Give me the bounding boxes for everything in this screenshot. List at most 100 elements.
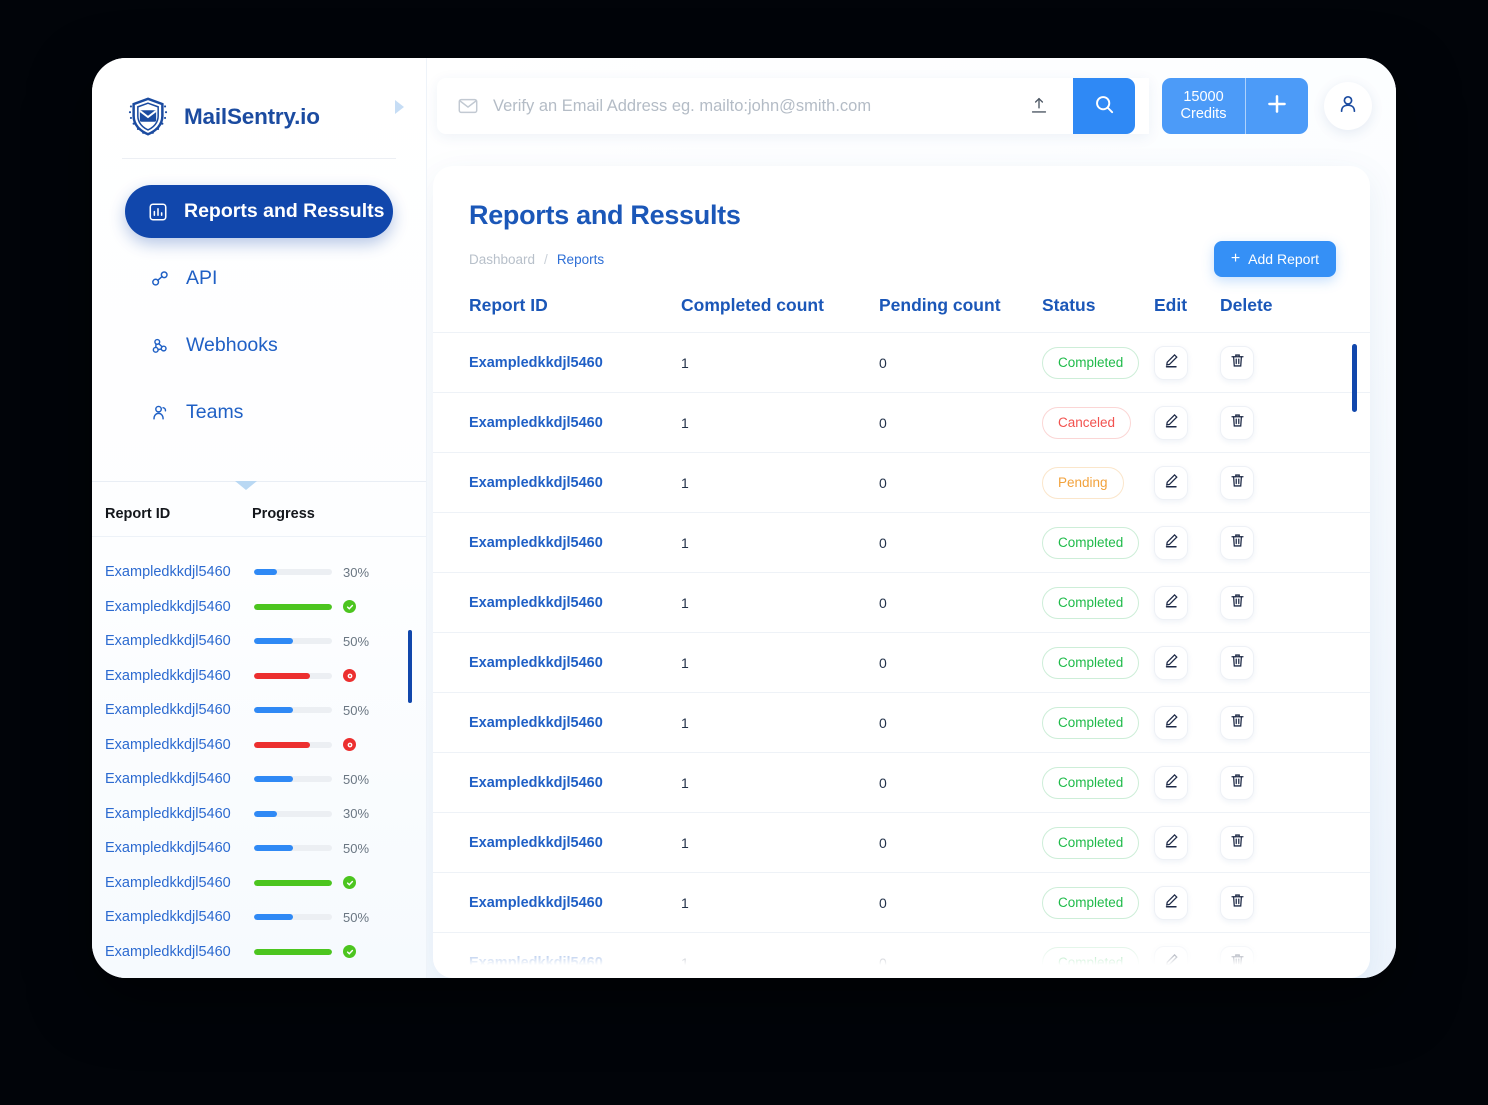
sidebar-item-api[interactable]: API [125,252,393,305]
delete-button[interactable] [1220,886,1254,920]
progress-bar-wrapper: 50% [254,841,426,856]
edit-button[interactable] [1154,346,1188,380]
progress-table-header: Report ID Progress [92,482,426,537]
progress-report-id[interactable]: Exampledkkdjl5460 [92,771,254,787]
edit-button[interactable] [1154,526,1188,560]
search-button[interactable] [1073,78,1135,134]
edit-button[interactable] [1154,946,1188,979]
add-credits-button[interactable] [1246,78,1308,134]
cell-delete [1220,406,1300,440]
delete-button[interactable] [1220,706,1254,740]
add-report-button[interactable]: + Add Report [1214,241,1336,277]
column-header-status: Status [1042,295,1154,316]
progress-track[interactable] [254,604,332,610]
delete-button[interactable] [1220,826,1254,860]
cell-report-id[interactable]: Exampledkkdjl5460 [469,955,681,971]
cell-edit [1154,766,1220,800]
sidebar-item-webhooks[interactable]: Webhooks [125,319,393,372]
avatar[interactable] [1324,82,1372,130]
delete-button[interactable] [1220,646,1254,680]
breadcrumb-reports[interactable]: Reports [557,252,604,267]
cell-pending-count: 0 [879,715,1042,731]
breadcrumb-dashboard[interactable]: Dashboard [469,252,535,267]
progress-row: Exampledkkdjl546050% [92,693,426,728]
delete-button[interactable] [1220,406,1254,440]
progress-report-id[interactable]: Exampledkkdjl5460 [92,668,254,684]
progress-track[interactable] [254,811,332,817]
progress-bar-wrapper: 30% [254,565,426,580]
progress-fill [254,673,310,679]
sidebar-item-teams[interactable]: Teams [125,386,393,439]
delete-button[interactable] [1220,766,1254,800]
search-input[interactable] [493,97,1011,116]
cell-report-id[interactable]: Exampledkkdjl5460 [469,775,681,791]
progress-report-id[interactable]: Exampledkkdjl5460 [92,875,254,891]
table-header: Report ID Completed count Pending count … [433,273,1370,332]
caret-down-icon[interactable] [235,481,257,490]
caret-right-icon[interactable] [395,100,404,114]
cell-report-id[interactable]: Exampledkkdjl5460 [469,715,681,731]
progress-report-id[interactable]: Exampledkkdjl5460 [92,806,254,822]
edit-button[interactable] [1154,406,1188,440]
delete-button[interactable] [1220,946,1254,979]
progress-fill [254,569,277,575]
progress-report-id[interactable]: Exampledkkdjl5460 [92,599,254,615]
cell-pending-count: 0 [879,775,1042,791]
cell-report-id[interactable]: Exampledkkdjl5460 [469,835,681,851]
progress-report-id[interactable]: Exampledkkdjl5460 [92,564,254,580]
progress-track[interactable] [254,673,332,679]
edit-button[interactable] [1154,886,1188,920]
cell-report-id[interactable]: Exampledkkdjl5460 [469,355,681,371]
delete-button[interactable] [1220,346,1254,380]
progress-report-id[interactable]: Exampledkkdjl5460 [92,633,254,649]
progress-report-id[interactable]: Exampledkkdjl5460 [92,944,254,960]
progress-report-id[interactable]: Exampledkkdjl5460 [92,702,254,718]
table-row: Exampledkkdjl546010Completed [433,512,1370,572]
progress-track[interactable] [254,742,332,748]
progress-track[interactable] [254,707,332,713]
cell-status: Completed [1042,347,1154,379]
progress-report-id[interactable]: Exampledkkdjl5460 [92,840,254,856]
sidebar-item-label: API [186,267,217,290]
cell-report-id[interactable]: Exampledkkdjl5460 [469,895,681,911]
edit-button[interactable] [1154,466,1188,500]
progress-track[interactable] [254,776,332,782]
edit-button[interactable] [1154,586,1188,620]
edit-button[interactable] [1154,706,1188,740]
cell-report-id[interactable]: Exampledkkdjl5460 [469,475,681,491]
progress-percent-label: 50% [343,772,373,787]
delete-button[interactable] [1220,526,1254,560]
cell-report-id[interactable]: Exampledkkdjl5460 [469,415,681,431]
cell-delete [1220,826,1300,860]
progress-track[interactable] [254,569,332,575]
upload-icon[interactable] [1025,92,1053,120]
progress-track[interactable] [254,914,332,920]
credits-display[interactable]: 15000 Credits [1162,78,1246,134]
progress-report-id[interactable]: Exampledkkdjl5460 [92,909,254,925]
cell-status: Completed [1042,947,1154,979]
cell-delete [1220,526,1300,560]
edit-button[interactable] [1154,646,1188,680]
delete-button[interactable] [1220,466,1254,500]
cell-status: Completed [1042,647,1154,679]
breadcrumb-row: Dashboard / Reports + Add Report [433,231,1370,273]
progress-track[interactable] [254,949,332,955]
progress-track[interactable] [254,638,332,644]
cell-report-id[interactable]: Exampledkkdjl5460 [469,595,681,611]
table-scrollbar-thumb[interactable] [1352,344,1357,412]
delete-button[interactable] [1220,586,1254,620]
sidebar-scrollbar-thumb[interactable] [408,630,412,703]
progress-track[interactable] [254,845,332,851]
trash-icon [1229,472,1246,494]
progress-report-id[interactable]: Exampledkkdjl5460 [92,737,254,753]
status-badge: Completed [1042,647,1139,679]
edit-button[interactable] [1154,766,1188,800]
sidebar-item-reports-and-ressults[interactable]: Reports and Ressults [125,185,393,238]
edit-button[interactable] [1154,826,1188,860]
status-badge: Completed [1042,347,1139,379]
pencil-edit-icon [1163,712,1180,734]
cell-report-id[interactable]: Exampledkkdjl5460 [469,535,681,551]
trash-icon [1229,412,1246,434]
progress-track[interactable] [254,880,332,886]
cell-report-id[interactable]: Exampledkkdjl5460 [469,655,681,671]
